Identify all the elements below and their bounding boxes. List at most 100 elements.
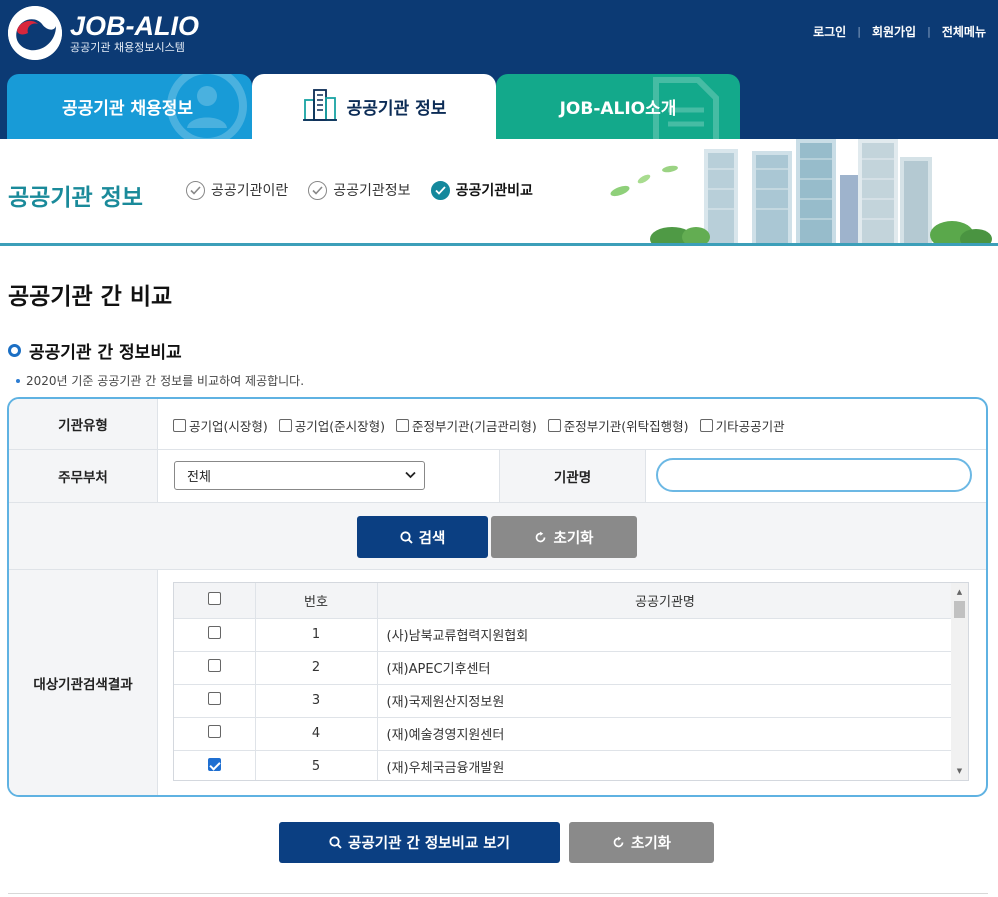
search-results-row: 대상기관검색결과 번호 공공기관명 1 (사)남북교류협력지원협회 2 (재)APEC… (9, 570, 986, 795)
footer-divider (8, 893, 988, 894)
checkbox[interactable] (699, 419, 713, 432)
reset-button[interactable]: 초기화 (491, 516, 637, 558)
full-menu-link[interactable]: 전체메뉴 (942, 23, 986, 40)
divider: | (927, 25, 931, 38)
type-option-quasi-market-public-corp[interactable]: 공기업(준시장형) (278, 416, 386, 435)
ministry-select[interactable]: 전체 (174, 461, 425, 490)
subnav-label: 공공기관이란 (211, 183, 289, 199)
check-circle-icon (430, 180, 450, 200)
login-link[interactable]: 로그인 (813, 23, 846, 40)
tab-institution-info[interactable]: 공공기관 정보 (252, 74, 496, 139)
type-option-market-public-corp[interactable]: 공기업(시장형) (173, 416, 268, 435)
table-row[interactable]: 2 (재)APEC기후센터 (174, 651, 954, 685)
logo-subtitle: 공공기관 채용정보시스템 (70, 40, 185, 54)
search-button-label: 검색 (418, 530, 446, 547)
option-label: 공기업(시장형) (189, 419, 268, 434)
table-row[interactable]: 1 (사)남북교류협력지원협회 (174, 618, 954, 652)
row-checkbox-cell (174, 717, 256, 751)
institution-name-label: 기관명 (499, 450, 646, 502)
ministry-name-row: 주무부처 전체 기관명 (9, 450, 986, 503)
row-institution-name: (재)국제원산지정보원 (377, 684, 954, 718)
row-institution-name: (재)APEC기후센터 (377, 651, 954, 685)
row-institution-name: (사)남북교류협력지원협회 (377, 618, 954, 652)
checkbox[interactable] (396, 419, 410, 432)
checkbox[interactable] (173, 419, 186, 432)
banner-divider (0, 243, 998, 246)
checkbox[interactable] (278, 419, 292, 432)
select-all-checkbox[interactable] (207, 591, 221, 605)
tab-recruitment-info[interactable]: 공공기관 채용정보 (7, 74, 252, 139)
row-checkbox-cell (174, 750, 256, 780)
logo-title: JOB-ALIO (70, 10, 200, 41)
tab-label: 공공기관 채용정보 (61, 99, 194, 119)
table-header-row: 번호 공공기관명 (174, 583, 954, 619)
row-checkbox-cell (174, 618, 256, 652)
scrollbar-thumb[interactable] (954, 601, 965, 618)
site-header: JOB-ALIO 공공기관 채용정보시스템 로그인 | 회원가입 | 전체메뉴 … (0, 0, 998, 139)
refresh-icon (534, 531, 547, 544)
tab-label: JOB-ALIO소개 (559, 99, 677, 119)
search-button[interactable]: 검색 (357, 516, 488, 558)
institution-type-row: 기관유형 공기업(시장형) 공기업(준시장형) 준정부기관(기금관리형) 준정부… (9, 399, 986, 450)
row-institution-name: (재)예술경영지원센터 (377, 717, 954, 751)
scroll-down-arrow-icon[interactable]: ▼ (951, 764, 968, 778)
results-list[interactable]: 번호 공공기관명 1 (사)남북교류협력지원협회 2 (재)APEC기후센터 3 (재)국… (173, 582, 969, 781)
city-skyline-illustration (610, 139, 992, 243)
select-all-header (174, 583, 256, 619)
row-institution-name: (재)우체국금융개발원 (377, 750, 954, 780)
row-number: 5 (255, 750, 378, 780)
table-row[interactable]: 4 (재)예술경영지원센터 (174, 717, 954, 751)
option-label: 준정부기관(위탁집행형) (563, 419, 689, 434)
row-checkbox[interactable] (207, 758, 221, 771)
row-checkbox[interactable] (207, 659, 221, 672)
section-description: 2020년 기준 공공기관 간 정보를 비교하여 제공합니다. (16, 372, 304, 389)
type-option-fund-management[interactable]: 준정부기관(기금관리형) (396, 416, 537, 435)
building-icon (302, 86, 338, 127)
bullet-dot-icon (16, 378, 20, 383)
site-logo[interactable]: JOB-ALIO 공공기관 채용정보시스템 (8, 6, 199, 60)
results-scrollbar[interactable]: ▲ ▼ (951, 583, 968, 780)
subnav-item-institution-compare[interactable]: 공공기관비교 (430, 180, 533, 200)
institution-type-options: 공기업(시장형) 공기업(준시장형) 준정부기관(기금관리형) 준정부기관(위탁… (173, 416, 796, 435)
institution-name-column-header: 공공기관명 (377, 583, 954, 619)
option-label: 준정부기관(기금관리형) (412, 419, 537, 434)
tab-about-joballio[interactable]: JOB-ALIO소개 (496, 74, 740, 139)
table-row[interactable]: 5 (재)우체국금융개발원 (174, 750, 954, 780)
utility-links: 로그인 | 회원가입 | 전체메뉴 (813, 23, 986, 40)
option-label: 공기업(준시장형) (294, 419, 386, 434)
institution-name-input[interactable] (656, 458, 972, 492)
refresh-icon (612, 836, 625, 849)
subnav-item-about-institutions[interactable]: 공공기관이란 (186, 180, 288, 200)
row-checkbox[interactable] (207, 725, 221, 738)
results-table: 번호 공공기관명 1 (사)남북교류협력지원협회 2 (재)APEC기후센터 3 (재)국… (174, 583, 954, 780)
bottom-reset-button[interactable]: 초기화 (569, 822, 714, 863)
checkbox[interactable] (547, 419, 561, 432)
type-option-other-public[interactable]: 기타공공기관 (699, 416, 785, 435)
check-circle-icon (308, 180, 328, 200)
results-body: 1 (사)남북교류협력지원협회 2 (재)APEC기후센터 3 (재)국제원산지정보원 4(… (174, 618, 954, 780)
row-checkbox-cell (174, 684, 256, 718)
type-option-consignment[interactable]: 준정부기관(위탁집행형) (547, 416, 689, 435)
compare-search-panel: 기관유형 공기업(시장형) 공기업(준시장형) 준정부기관(기금관리형) 준정부… (7, 397, 988, 797)
taegeuk-logo-icon (8, 6, 62, 60)
row-number: 3 (255, 684, 378, 718)
check-circle-icon (186, 180, 205, 200)
view-comparison-button[interactable]: 공공기관 간 정보비교 보기 (279, 822, 560, 863)
option-label: 기타공공기관 (715, 419, 785, 434)
bullet-ring-icon (8, 344, 21, 357)
table-row[interactable]: 3 (재)국제원산지정보원 (174, 684, 954, 718)
ministry-selected-value: 전체 (187, 470, 211, 485)
search-icon (329, 836, 342, 849)
row-number: 2 (255, 651, 378, 685)
reset-button-label: 초기화 (553, 530, 594, 547)
row-checkbox[interactable] (207, 692, 221, 705)
row-number: 1 (255, 618, 378, 652)
number-column-header: 번호 (255, 583, 378, 619)
institution-type-label: 기관유형 (9, 399, 158, 449)
row-checkbox-cell (174, 651, 256, 685)
signup-link[interactable]: 회원가입 (872, 23, 916, 40)
subnav-item-institution-info[interactable]: 공공기관정보 (308, 180, 411, 200)
scroll-up-arrow-icon[interactable]: ▲ (951, 585, 968, 599)
bottom-reset-label: 초기화 (630, 836, 672, 852)
row-checkbox[interactable] (207, 626, 221, 639)
